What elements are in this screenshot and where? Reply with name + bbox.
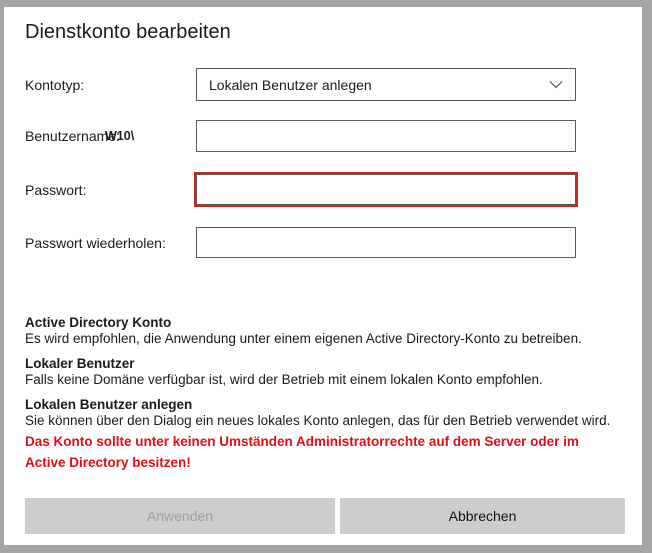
- help-section-lokaler-benutzer: Lokaler Benutzer Falls keine Domäne verf…: [25, 356, 625, 388]
- help-text-block: Active Directory Konto Es wird empfohlen…: [25, 315, 625, 438]
- help-heading: Lokaler Benutzer: [25, 356, 625, 372]
- admin-rights-warning: Das Konto sollte unter keinen Umständen …: [25, 431, 597, 473]
- help-body: Sie können über den Dialog ein neues lok…: [25, 413, 625, 429]
- passwort-label: Passwort:: [25, 182, 86, 198]
- help-heading: Lokalen Benutzer anlegen: [25, 397, 625, 413]
- chevron-down-icon: [549, 80, 563, 89]
- help-body: Falls keine Domäne verfügbar ist, wird d…: [25, 372, 625, 388]
- anwenden-button[interactable]: Anwenden: [25, 498, 335, 534]
- benutzername-domain-prefix: W10\: [105, 129, 134, 143]
- dialog-dienstkonto-bearbeiten: Dienstkonto bearbeiten Kontotyp: Lokalen…: [4, 7, 642, 545]
- help-heading: Active Directory Konto: [25, 315, 625, 331]
- passwort-wiederholen-label: Passwort wiederholen:: [25, 235, 166, 251]
- abbrechen-button[interactable]: Abbrechen: [340, 498, 625, 534]
- help-body: Es wird empfohlen, die Anwendung unter e…: [25, 331, 625, 347]
- kontotyp-selected-value: Lokalen Benutzer anlegen: [209, 77, 372, 93]
- kontotyp-dropdown[interactable]: Lokalen Benutzer anlegen: [196, 68, 576, 101]
- passwort-wiederholen-input[interactable]: [196, 227, 576, 258]
- kontotyp-label: Kontotyp:: [25, 77, 84, 93]
- passwort-input[interactable]: [196, 174, 576, 205]
- window-backdrop: Dienstkonto bearbeiten Kontotyp: Lokalen…: [0, 0, 652, 553]
- help-section-active-directory: Active Directory Konto Es wird empfohlen…: [25, 315, 625, 347]
- dialog-title: Dienstkonto bearbeiten: [25, 21, 231, 44]
- benutzername-input[interactable]: [196, 120, 576, 152]
- help-section-lokalen-benutzer-anlegen: Lokalen Benutzer anlegen Sie können über…: [25, 397, 625, 429]
